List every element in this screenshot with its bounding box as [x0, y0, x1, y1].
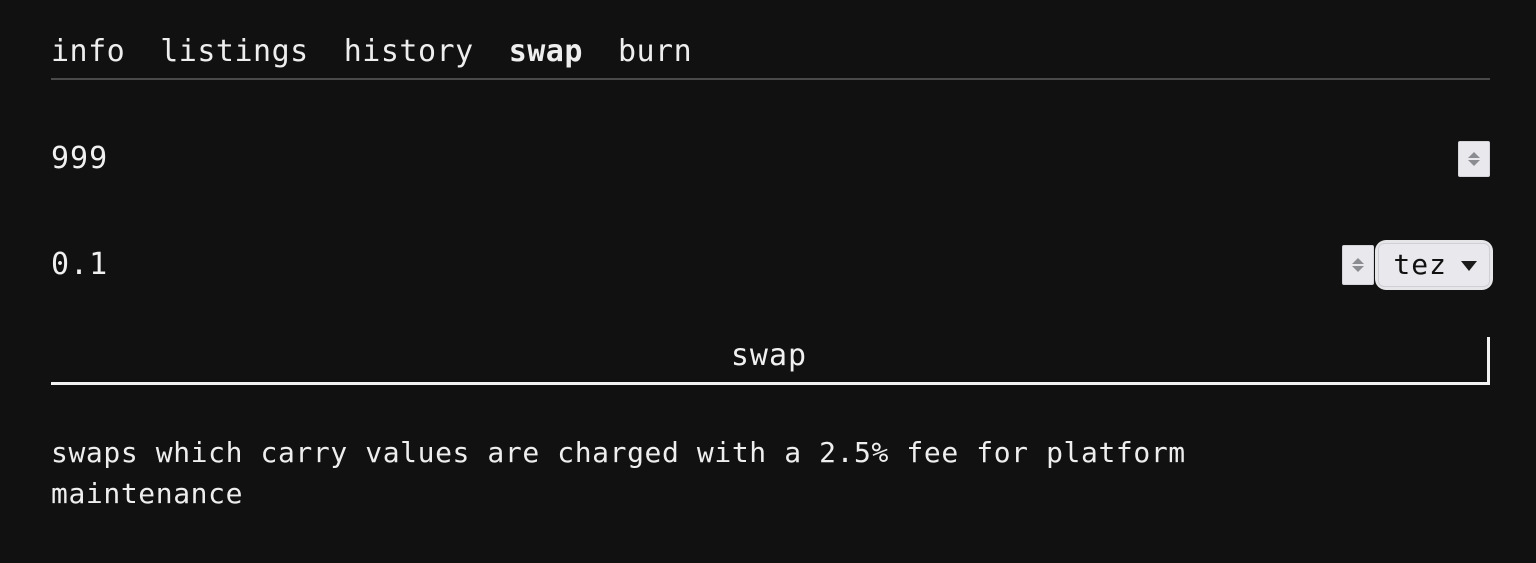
- currency-select-value: tez: [1393, 248, 1447, 281]
- tab-bar: info listings history swap burn: [51, 30, 1490, 80]
- amount-controls: [1458, 141, 1490, 177]
- tab-burn[interactable]: burn: [618, 30, 692, 74]
- swap-page: info listings history swap burn tez: [0, 0, 1536, 563]
- amount-row: [51, 130, 1490, 188]
- chevron-down-icon[interactable]: [1468, 160, 1480, 166]
- tab-listings[interactable]: listings: [160, 30, 309, 74]
- price-input[interactable]: [51, 236, 1343, 294]
- swap-button[interactable]: swap: [51, 337, 1490, 385]
- currency-select[interactable]: tez: [1378, 243, 1490, 287]
- tab-history[interactable]: history: [344, 30, 474, 74]
- price-controls: tez: [1342, 243, 1490, 287]
- currency-select-wrapper: tez: [1378, 243, 1490, 287]
- amount-stepper[interactable]: [1458, 141, 1490, 177]
- chevron-up-icon[interactable]: [1352, 258, 1365, 264]
- price-row: tez: [51, 236, 1490, 294]
- chevron-down-icon[interactable]: [1461, 261, 1477, 271]
- tab-info[interactable]: info: [51, 30, 125, 74]
- price-stepper[interactable]: [1342, 245, 1375, 285]
- fee-note: swaps which carry values are charged wit…: [51, 436, 1186, 510]
- tab-swap[interactable]: swap: [509, 30, 583, 74]
- amount-input[interactable]: [51, 130, 1458, 188]
- chevron-down-icon[interactable]: [1352, 266, 1365, 272]
- chevron-up-icon[interactable]: [1468, 152, 1480, 158]
